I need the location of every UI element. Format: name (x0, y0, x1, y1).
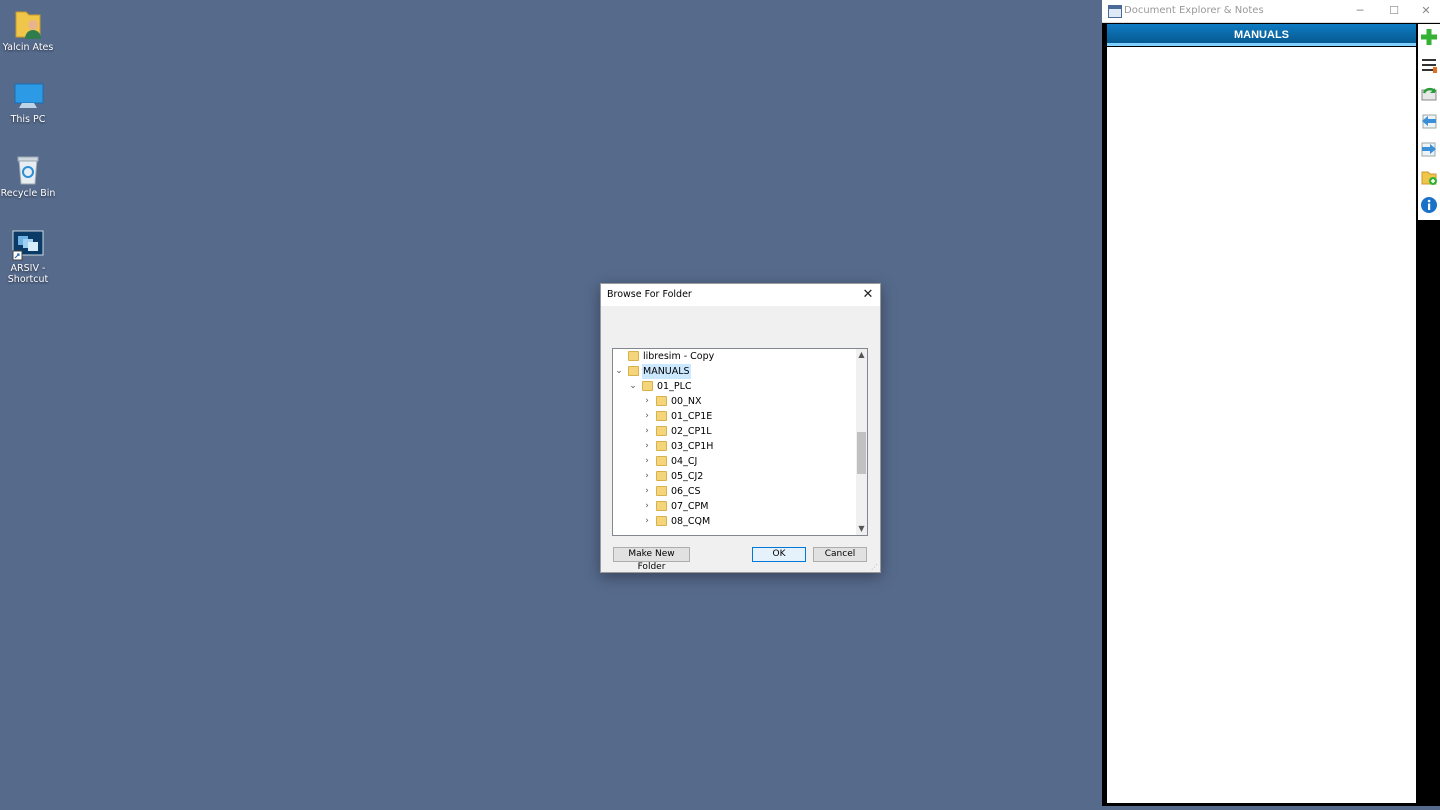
user-folder-icon (15, 11, 41, 39)
desktop-icon-label: ARSIV - Shortcut (7, 263, 49, 285)
folder-icon (628, 366, 639, 376)
toolbar (1418, 24, 1440, 220)
folder-add-icon[interactable] (1420, 168, 1438, 186)
chevron-right-icon[interactable]: › (642, 499, 652, 514)
chevron-right-icon[interactable]: › (642, 409, 652, 424)
folder-icon (656, 486, 667, 496)
chevron-right-icon[interactable]: › (642, 484, 652, 499)
desktop-icon-user[interactable]: Yalcin Ates (0, 8, 56, 53)
tree-item[interactable]: › 05_CJ2 (613, 469, 853, 484)
desktop-icon-recycle-bin[interactable]: Recycle Bin (0, 154, 56, 199)
info-icon[interactable] (1420, 196, 1438, 214)
recycle-bin-icon (17, 156, 39, 185)
tree-item[interactable]: › 04_CJ (613, 454, 853, 469)
tree-item-label: 03_CP1H (671, 441, 714, 452)
folder-tree[interactable]: libresim - Copy ⌄ MANUALS ⌄ 01_PLC › 00_NX › 01_… (612, 348, 868, 536)
tree-item-label: 06_CS (671, 486, 701, 497)
chevron-right-icon[interactable]: › (642, 514, 652, 529)
chevron-right-icon[interactable]: › (642, 454, 652, 469)
tree-item-label: 00_NX (671, 396, 702, 407)
folder-header: MANUALS (1107, 24, 1416, 46)
window-title: Document Explorer & Notes (1124, 5, 1264, 16)
shortcut-icon (12, 230, 44, 261)
folder-icon (656, 441, 667, 451)
folder-icon (642, 381, 653, 391)
document-list-pane[interactable] (1107, 47, 1416, 803)
ok-button[interactable]: OK (752, 547, 806, 562)
tree-item-label: 04_CJ (671, 456, 698, 467)
scroll-thumb[interactable] (857, 432, 866, 474)
folder-icon (656, 516, 667, 526)
tree-item-label: 01_PLC (657, 381, 692, 392)
tree-item[interactable]: ⌄ 01_PLC (613, 379, 853, 394)
add-icon[interactable] (1420, 28, 1438, 46)
chevron-right-icon[interactable]: › (642, 469, 652, 484)
dialog-close-button[interactable]: ✕ (860, 286, 876, 304)
tree-item[interactable]: › 02_CP1L (613, 424, 853, 439)
scroll-up-icon[interactable]: ▲ (856, 349, 867, 361)
folder-icon (656, 426, 667, 436)
minimize-button[interactable]: ─ (1346, 2, 1374, 20)
cancel-button[interactable]: Cancel (813, 547, 867, 562)
forward-icon[interactable] (1420, 140, 1438, 158)
chevron-right-icon[interactable]: › (642, 394, 652, 409)
folder-icon (656, 396, 667, 406)
list-icon[interactable] (1420, 56, 1438, 74)
close-button[interactable]: ✕ (1412, 2, 1440, 20)
browse-folder-dialog: Browse For Folder ✕ libresim - Copy ⌄ MANU… (600, 283, 881, 573)
app-icon (1108, 5, 1122, 18)
folder-icon (656, 471, 667, 481)
tree-item-label: MANUALS (642, 364, 691, 379)
desktop-icon-this-pc[interactable]: This PC (0, 82, 56, 125)
refresh-icon[interactable] (1420, 84, 1438, 102)
dialog-titlebar[interactable]: Browse For Folder ✕ (601, 284, 880, 306)
maximize-button[interactable]: ☐ (1380, 2, 1408, 20)
make-new-folder-button[interactable]: Make New Folder (613, 547, 690, 572)
scroll-down-icon[interactable]: ▼ (856, 523, 867, 535)
desktop-icon-label: This PC (10, 114, 46, 125)
document-explorer-window: Document Explorer & Notes ─ ☐ ✕ MANUALS (1102, 0, 1440, 806)
tree-item[interactable]: › 06_CS (613, 484, 853, 499)
desktop-icon-label: Recycle Bin (0, 188, 56, 199)
window-titlebar[interactable]: Document Explorer & Notes ─ ☐ ✕ (1102, 0, 1440, 23)
tree-item-label: 07_CPM (671, 501, 709, 512)
tree-item[interactable]: › 03_CP1H (613, 439, 853, 454)
computer-icon (14, 83, 44, 108)
tree-item-label: libresim - Copy (643, 351, 715, 362)
chevron-down-icon[interactable]: ⌄ (628, 379, 638, 394)
folder-icon (628, 351, 639, 361)
folder-icon (656, 501, 667, 511)
chevron-down-icon[interactable]: ⌄ (614, 364, 624, 379)
tree-item[interactable]: ⌄ MANUALS (613, 364, 853, 379)
tree-item[interactable]: › 08_CQM (613, 514, 853, 529)
tree-item-label: 05_CJ2 (671, 471, 704, 482)
tree-item[interactable]: › 00_NX (613, 394, 853, 409)
tree-item-label: 02_CP1L (671, 426, 712, 437)
tree-item-label: 08_CQM (671, 516, 711, 527)
tree-item[interactable]: › 01_CP1E (613, 409, 853, 424)
back-icon[interactable] (1420, 112, 1438, 130)
folder-icon (656, 411, 667, 421)
tree-scrollbar[interactable]: ▲ ▼ (856, 349, 867, 535)
resize-grip-icon[interactable]: ⋰ (871, 563, 879, 571)
dialog-title: Browse For Folder (607, 289, 692, 300)
chevron-right-icon[interactable]: › (642, 439, 652, 454)
desktop-icon-arsiv-shortcut[interactable]: ARSIV - Shortcut (0, 229, 56, 285)
chevron-right-icon[interactable]: › (642, 424, 652, 439)
folder-icon (656, 456, 667, 466)
desktop-icon-label: Yalcin Ates (2, 42, 54, 53)
tree-item[interactable]: libresim - Copy (613, 349, 853, 364)
tree-item[interactable]: › 07_CPM (613, 499, 853, 514)
tree-item-label: 01_CP1E (671, 411, 713, 422)
